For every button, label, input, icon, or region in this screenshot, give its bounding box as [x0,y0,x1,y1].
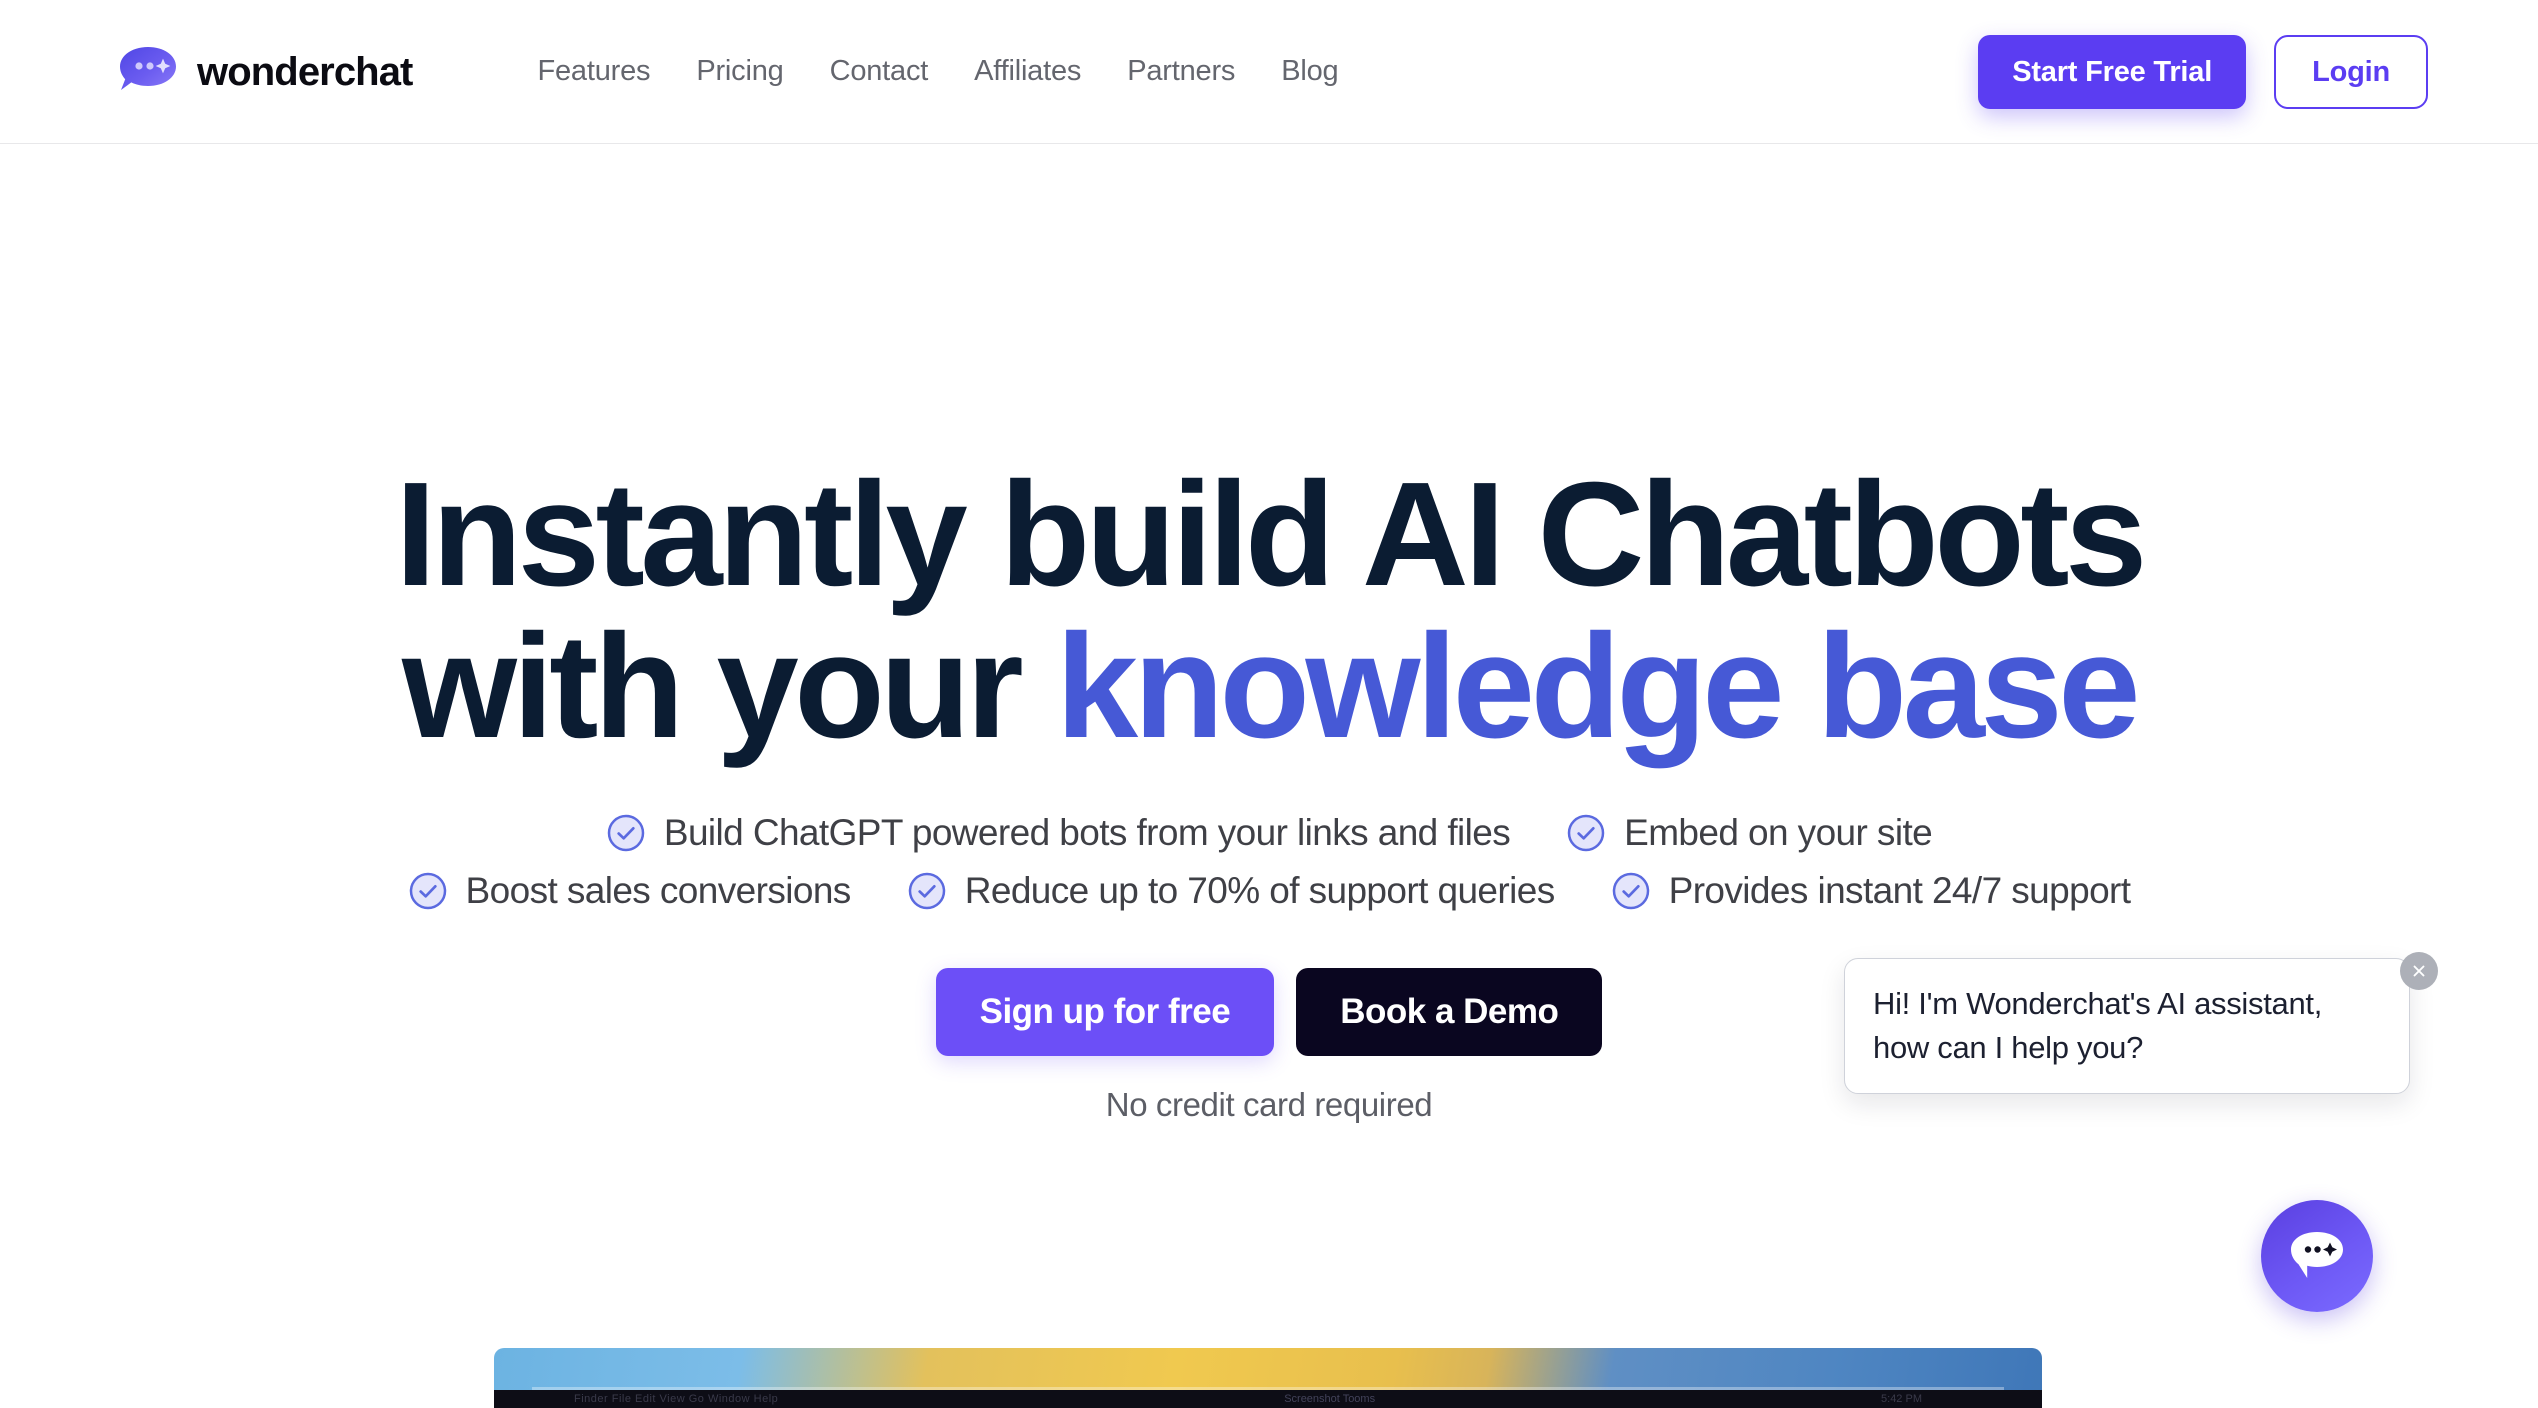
mockup-menu-bar: Finder File Edit View Go Window Help Scr… [494,1390,2042,1408]
check-circle-icon [408,871,448,911]
nav-item-blog[interactable]: Blog [1258,57,1361,86]
bullet-row-2: Boost sales conversions Reduce up to 70%… [0,870,2538,912]
nav-item-contact[interactable]: Contact [807,57,952,86]
nav-item-features[interactable]: Features [514,57,673,86]
bullet-boost-sales: Boost sales conversions [408,870,851,912]
check-circle-icon [1611,871,1651,911]
check-circle-icon [606,813,646,853]
main-nav: Features Pricing Contact Affiliates Part… [514,57,1361,86]
nav-item-affiliates[interactable]: Affiliates [951,57,1104,86]
login-button[interactable]: Login [2274,34,2428,109]
nav-item-pricing[interactable]: Pricing [673,57,806,86]
chat-greeting-text: Hi! I'm Wonderchat's AI assistant, how c… [1873,985,2323,1065]
bullet-embed-on-site: Embed on your site [1566,811,1933,854]
bullet-instant-support: Provides instant 24/7 support [1611,870,2131,912]
menubar-center-text: Screenshot Tooms [1284,1393,1376,1405]
book-a-demo-button[interactable]: Book a Demo [1296,967,1603,1056]
bullet-row-1: Build ChatGPT powered bots from your lin… [0,812,2538,854]
sign-up-for-free-button[interactable]: Sign up for free [935,967,1275,1056]
bullet-label: Embed on your site [1624,811,1933,853]
chat-bubble-sparkle-icon [2286,1228,2348,1284]
chat-greeting-bubble: Hi! I'm Wonderchat's AI assistant, how c… [1844,957,2410,1094]
headline-line-2: with your knowledge base [0,611,2538,763]
site-header: wonderchat Features Pricing Contact Affi… [0,0,2538,144]
brand-logo[interactable]: wonderchat [117,45,413,99]
page-title: Instantly build AI Chatbots with your kn… [0,452,2538,764]
bullet-label: Provides instant 24/7 support [1668,869,2131,911]
start-free-trial-button[interactable]: Start Free Trial [1978,34,2247,109]
check-circle-icon [907,871,947,911]
menubar-left-text: Finder File Edit View Go Window Help [574,1393,779,1405]
feature-bullets: Build ChatGPT powered bots from your lin… [0,812,2538,912]
product-screenshot-mockup: Finder File Edit View Go Window Help Scr… [494,1348,2042,1408]
bullet-label: Reduce up to 70% of support queries [964,869,1556,911]
nav-item-partners[interactable]: Partners [1104,57,1258,86]
chat-bubble-sparkle-icon [117,45,179,99]
bullet-reduce-support-queries: Reduce up to 70% of support queries [907,870,1555,912]
headline-line-2-plain: with your [401,604,1056,770]
check-circle-icon [1566,813,1606,853]
header-actions: Start Free Trial Login [1978,34,2428,109]
headline-accent: knowledge base [1055,604,2141,770]
close-icon[interactable] [2400,952,2438,990]
menubar-clock: 5:42 PM [1881,1393,1922,1405]
chat-launcher-button[interactable] [2261,1200,2373,1312]
bullet-label: Boost sales conversions [465,869,852,911]
wonderchat-landing-page: wonderchat Features Pricing Contact Affi… [0,0,2538,1408]
bullet-label: Build ChatGPT powered bots from your lin… [663,811,1511,853]
headline-line-1: Instantly build AI Chatbots [395,452,2147,617]
brand-name: wonderchat [197,49,413,94]
bullet-build-chatgpt-bots: Build ChatGPT powered bots from your lin… [606,811,1511,854]
